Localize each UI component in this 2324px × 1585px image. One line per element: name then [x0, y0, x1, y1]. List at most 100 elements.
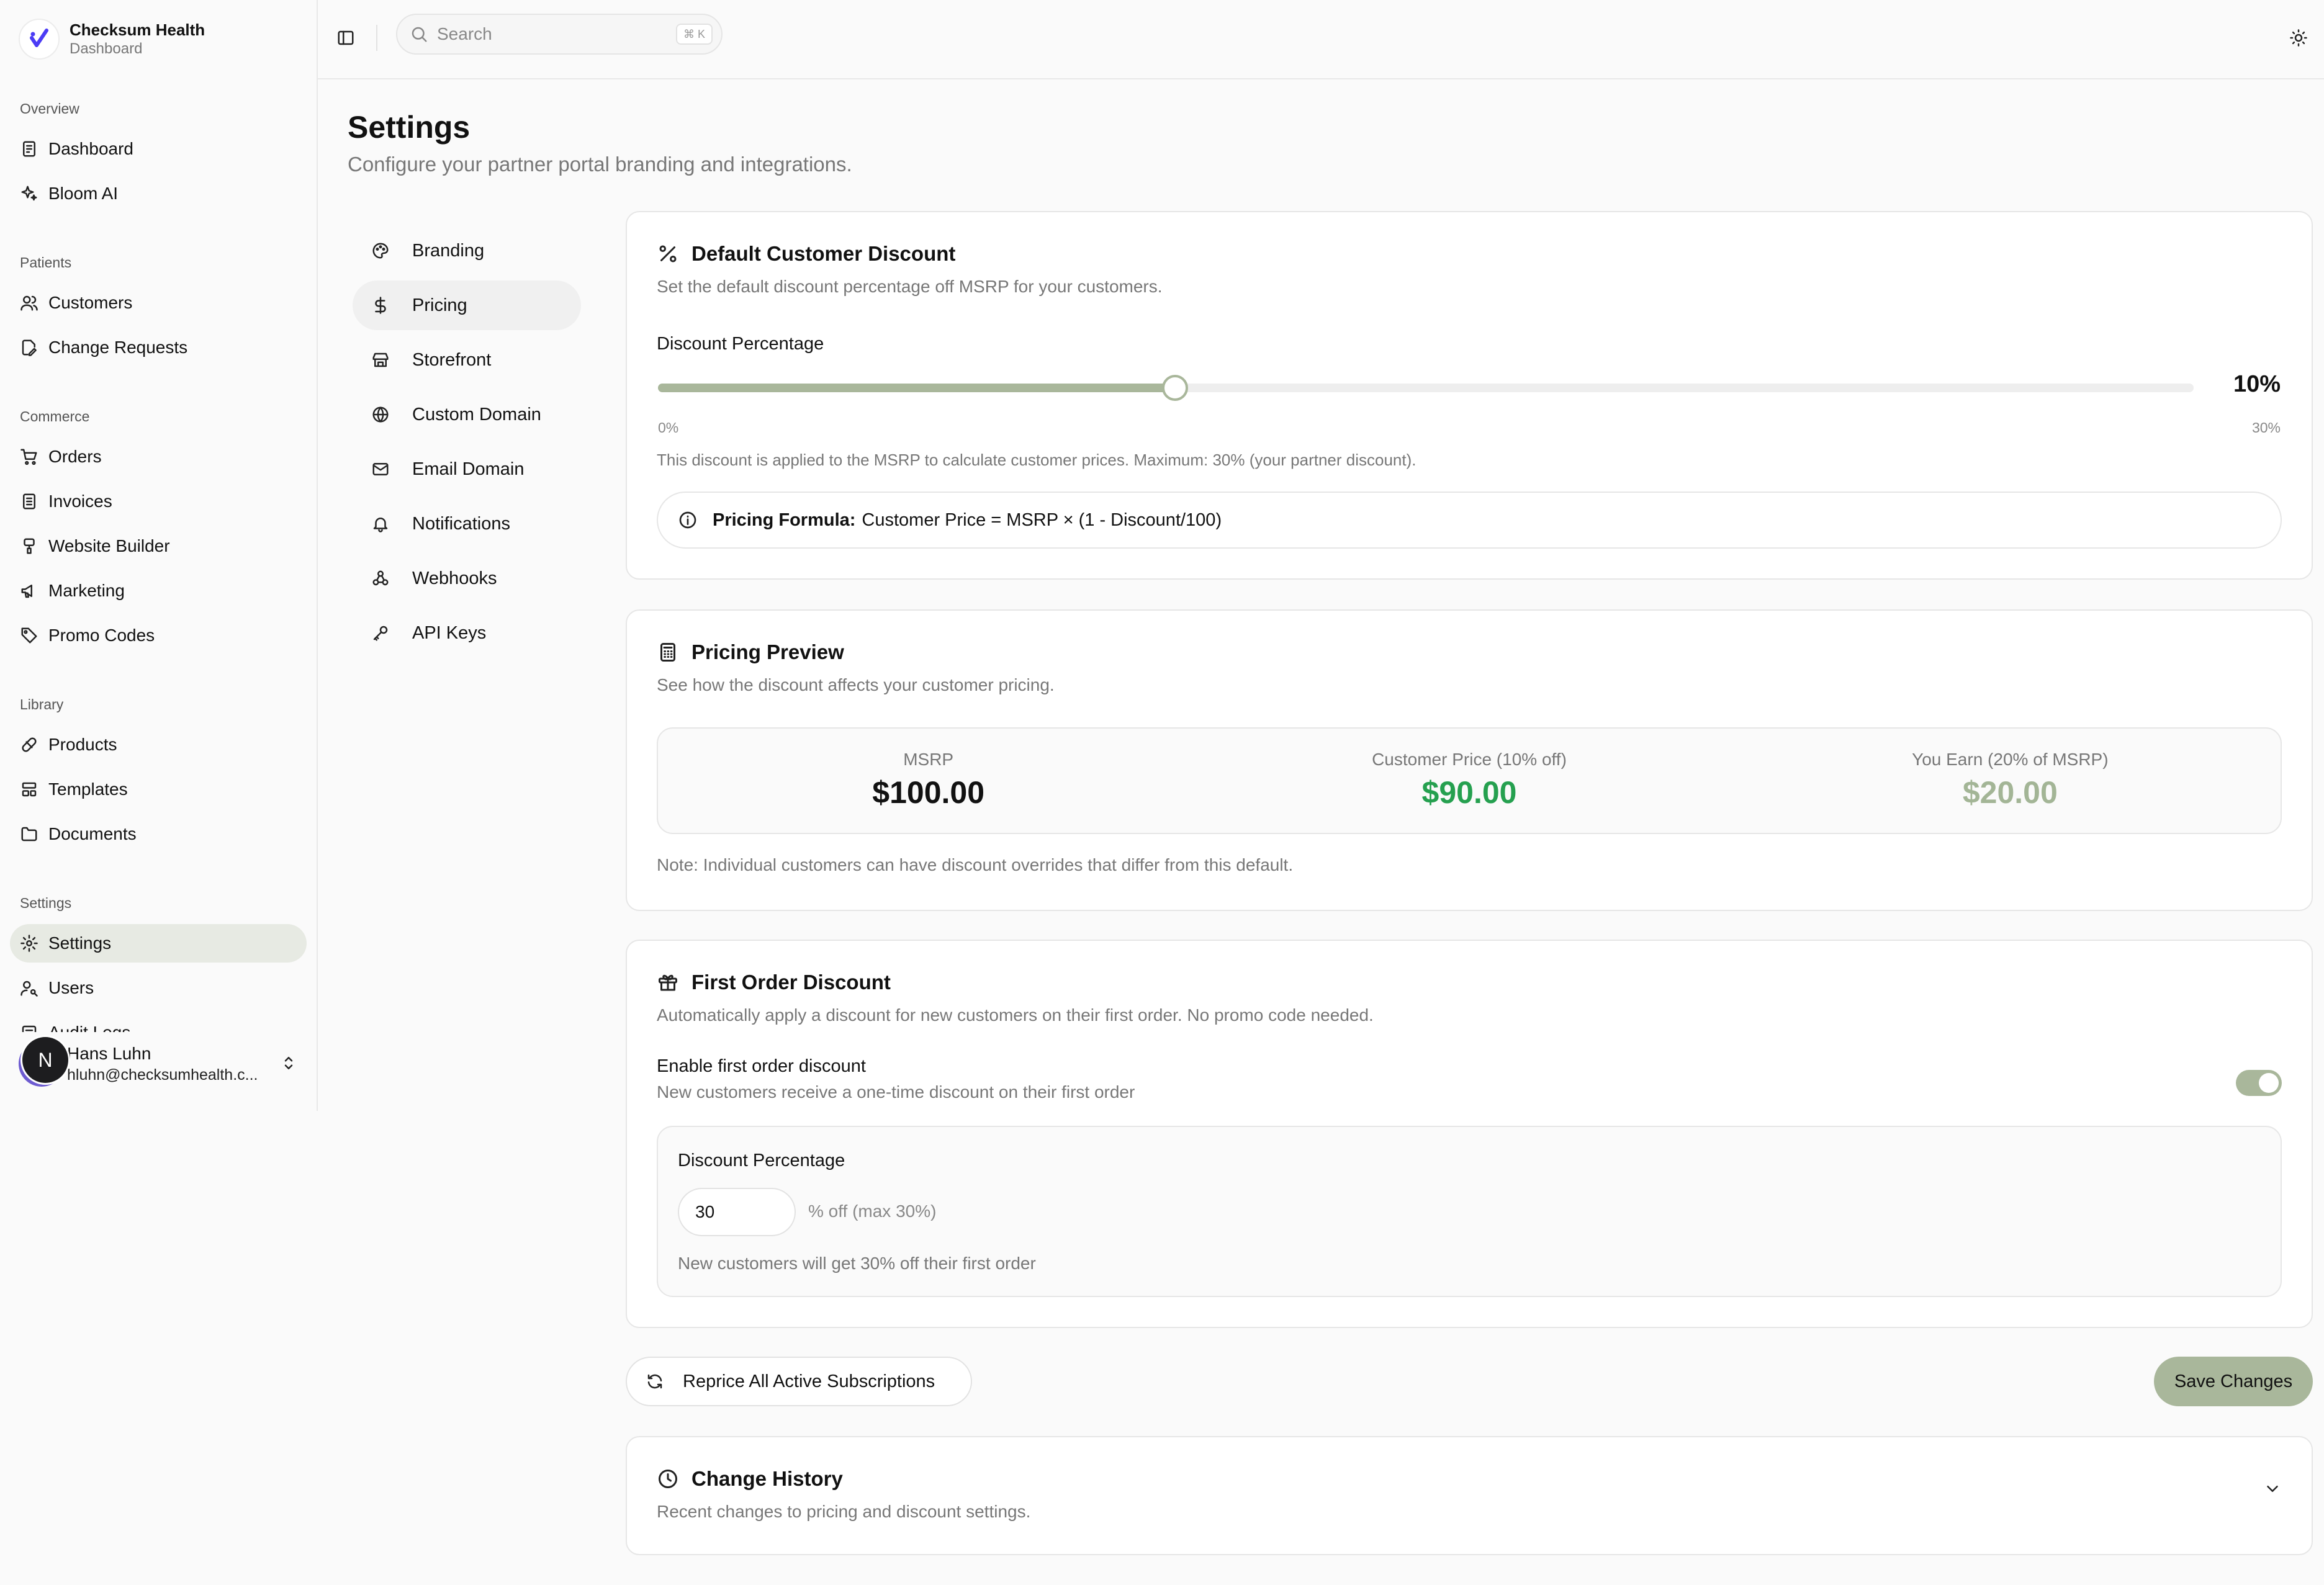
divider	[376, 25, 377, 51]
sidebar-item-label: Templates	[48, 779, 128, 799]
toggle-knob	[2259, 1073, 2279, 1093]
subnav-label: Pricing	[412, 295, 467, 315]
preview-msrp: MSRP $100.00	[658, 729, 1199, 833]
search-input[interactable]: Search ⌘ K	[396, 14, 723, 55]
default-discount-title: Default Customer Discount	[691, 242, 956, 265]
subnav-item-pricing[interactable]: Pricing	[353, 281, 581, 330]
brand[interactable]: Checksum Health Dashboard	[19, 19, 205, 60]
sidebar-item-customers[interactable]: Customers	[10, 284, 307, 322]
page-subtitle: Configure your partner portal branding a…	[348, 153, 852, 176]
subnav-label: Email Domain	[412, 459, 525, 479]
reprice-label: Reprice All Active Subscriptions	[683, 1371, 935, 1391]
first-order-description: Automatically apply a discount for new c…	[657, 1005, 1374, 1025]
user-key-icon	[20, 981, 38, 997]
sidebar-item-marketing[interactable]: Marketing	[10, 572, 307, 610]
user-email: hluhn@checksumhealth.c...	[67, 1066, 258, 1084]
subnav-label: Custom Domain	[412, 404, 541, 424]
first-order-settings-box: Discount Percentage % off (max 30%) New …	[657, 1126, 2282, 1297]
nav-group-commerce: Commerce	[20, 408, 90, 424]
slider-fill	[658, 384, 1175, 392]
pricing-preview-card: Pricing Preview See how the discount aff…	[626, 609, 2313, 911]
brand-name: Checksum Health	[70, 20, 205, 39]
pricing-formula: Pricing Formula: Customer Price = MSRP ×…	[657, 492, 2282, 549]
dashboard-icon	[23, 141, 35, 157]
sidebar-item-orders[interactable]: Orders	[10, 438, 307, 476]
brand-logo-icon	[19, 19, 60, 60]
user-menu[interactable]: N Hans Luhn hluhn@checksumhealth.c...	[19, 1036, 304, 1091]
reprice-subscriptions-button[interactable]: Reprice All Active Subscriptions	[626, 1357, 972, 1406]
folder-icon	[21, 827, 37, 842]
search-icon	[412, 27, 427, 42]
first-order-help: New customers will get 30% off their fir…	[678, 1254, 1036, 1273]
sidebar-overflow-clip: Audit Logs	[0, 1013, 317, 1032]
subnav-item-custom-domain[interactable]: Custom Domain	[353, 390, 581, 439]
avatar-initial: N	[22, 1037, 68, 1083]
sidebar-toggle-icon[interactable]	[336, 29, 355, 47]
sidebar-item-label: Audit Logs	[48, 1023, 130, 1032]
pill-icon	[22, 737, 37, 752]
change-history-title: Change History	[691, 1467, 843, 1490]
preview-note: Note: Individual customers can have disc…	[657, 855, 1294, 874]
subnav-label: API Keys	[412, 622, 487, 643]
sidebar-item-bloom-ai[interactable]: Bloom AI	[10, 174, 307, 213]
pricing-preview-title: Pricing Preview	[691, 640, 844, 663]
subnav-item-storefront[interactable]: Storefront	[353, 335, 581, 385]
sidebar-item-audit-logs[interactable]: Audit Logs	[10, 1013, 307, 1032]
nav-group-overview: Overview	[20, 101, 79, 117]
sidebar-item-website-builder[interactable]: Website Builder	[10, 527, 307, 565]
sidebar-item-label: Promo Codes	[48, 626, 155, 645]
chevron-up-down-icon	[284, 1057, 293, 1069]
formula-label: Pricing Formula:	[713, 510, 856, 530]
user-name: Hans Luhn	[67, 1043, 151, 1063]
sidebar-item-label: Orders	[48, 447, 102, 466]
sidebar-item-settings[interactable]: Settings	[10, 924, 307, 963]
chevron-down-icon[interactable]	[2263, 1479, 2282, 1498]
preview-value: $100.00	[872, 775, 985, 810]
sidebar-item-invoices[interactable]: Invoices	[10, 482, 307, 521]
sidebar-item-users[interactable]: Users	[10, 969, 307, 1007]
slider-thumb[interactable]	[1161, 375, 1188, 401]
webhook-icon	[372, 570, 389, 586]
change-history-card[interactable]: Change History Recent changes to pricing…	[626, 1436, 2313, 1555]
info-icon	[679, 511, 696, 529]
sidebar-item-promo-codes[interactable]: Promo Codes	[10, 616, 307, 655]
card-title: Default Customer Discount	[657, 242, 955, 266]
preview-customer-price: Customer Price (10% off) $90.00	[1199, 729, 1739, 833]
sidebar-item-templates[interactable]: Templates	[10, 770, 307, 809]
preview-value: $90.00	[1421, 775, 1517, 810]
discount-slider[interactable]	[658, 375, 2194, 401]
gear-icon	[20, 935, 38, 952]
sidebar-item-label: Website Builder	[48, 536, 170, 555]
sidebar-item-products[interactable]: Products	[10, 725, 307, 764]
first-order-title: First Order Discount	[691, 971, 891, 994]
preview-value: $20.00	[1962, 775, 2058, 810]
sparkles-icon	[21, 186, 37, 201]
save-changes-button[interactable]: Save Changes	[2154, 1357, 2313, 1406]
first-order-percentage-label: Discount Percentage	[678, 1151, 845, 1170]
slider-max-label: 30%	[2251, 420, 2281, 436]
subnav-item-notifications[interactable]: Notifications	[353, 499, 581, 549]
nav-group-settings: Settings	[20, 895, 72, 911]
pricing-preview-box: MSRP $100.00 Customer Price (10% off) $9…	[657, 727, 2282, 834]
dollar-icon	[375, 297, 386, 314]
sidebar-item-documents[interactable]: Documents	[10, 815, 307, 853]
subnav-item-branding[interactable]: Branding	[353, 226, 581, 276]
subnav-item-api-keys[interactable]: API Keys	[353, 608, 581, 658]
subnav-item-email-domain[interactable]: Email Domain	[353, 444, 581, 494]
key-icon	[373, 626, 388, 641]
sidebar: Checksum Health Dashboard Overview Dashb…	[0, 0, 318, 1111]
sidebar-item-dashboard[interactable]: Dashboard	[10, 130, 307, 168]
discount-value: 10%	[2233, 371, 2281, 397]
sidebar-item-change-requests[interactable]: Change Requests	[10, 328, 307, 367]
globe-icon	[372, 406, 389, 423]
subnav-item-webhooks[interactable]: Webhooks	[353, 554, 581, 603]
default-discount-description: Set the default discount percentage off …	[657, 277, 1163, 296]
first-order-discount-card: First Order Discount Automatically apply…	[626, 940, 2313, 1328]
first-order-toggle[interactable]	[2236, 1070, 2282, 1096]
first-order-percentage-input[interactable]	[678, 1188, 796, 1236]
subnav-label: Notifications	[412, 513, 510, 534]
nav-group-library: Library	[20, 696, 64, 712]
subnav-label: Branding	[412, 240, 485, 261]
sun-icon[interactable]	[2289, 29, 2308, 47]
preview-label: You Earn (20% of MSRP)	[1912, 750, 2109, 769]
